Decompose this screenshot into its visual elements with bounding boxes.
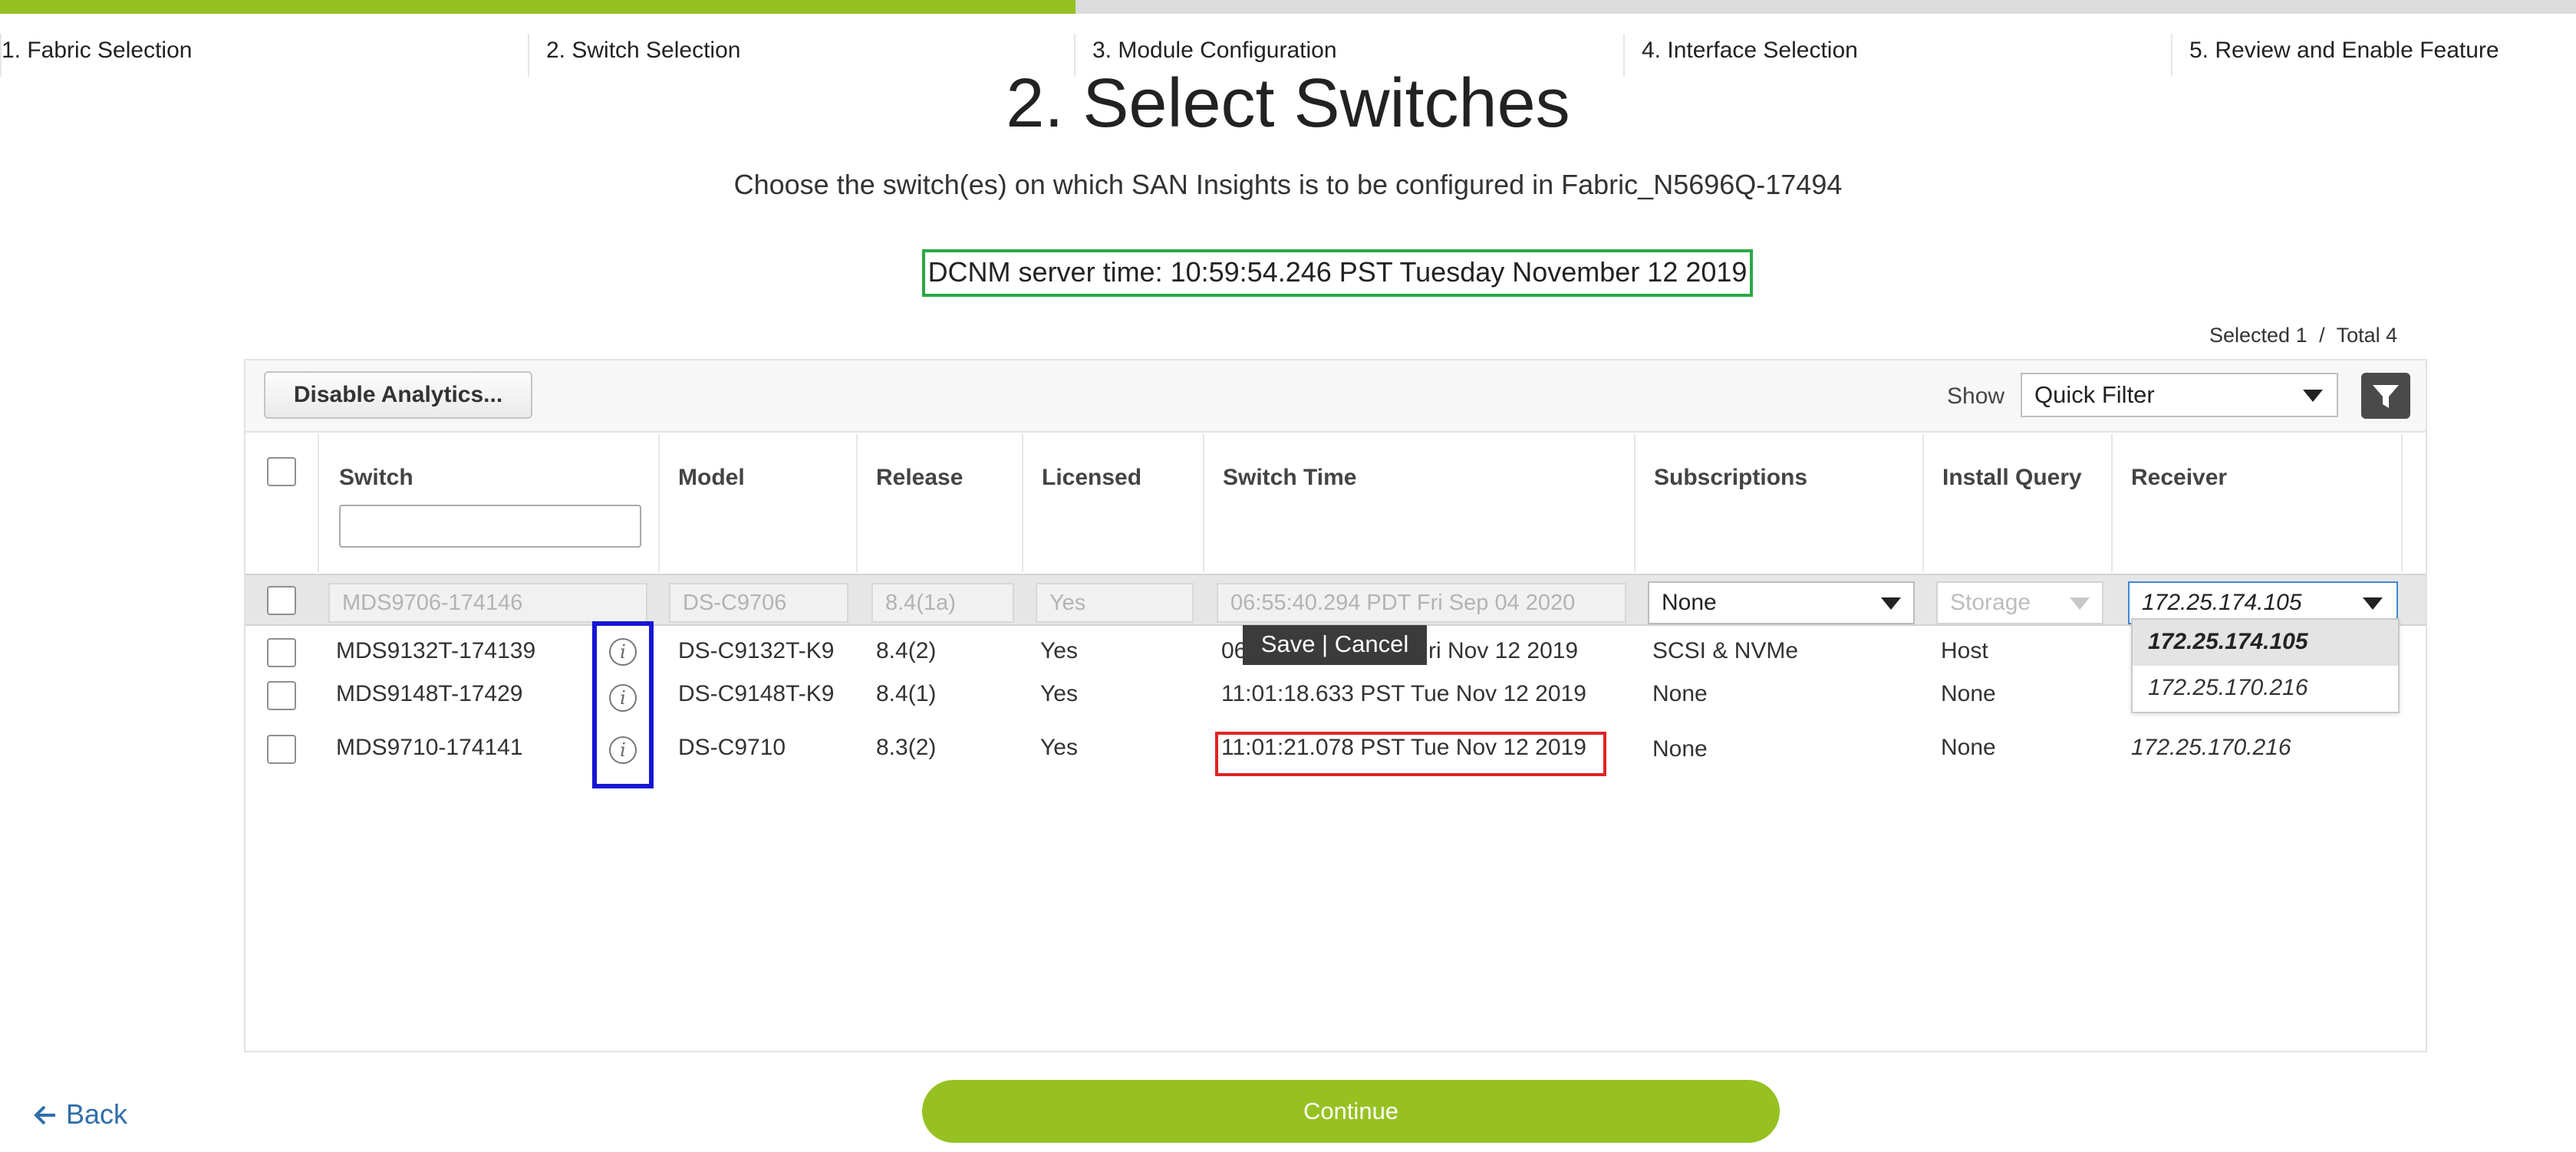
page-subtitle: Choose the switch(es) on which SAN Insig… [733, 169, 1843, 200]
quick-filter-value: Quick Filter [2034, 381, 2155, 408]
switch-table-panel: Disable Analytics... Show Quick Filter S… [244, 359, 2427, 1052]
cell-model: DS-C9148T-K9 [678, 681, 835, 706]
column-header-release[interactable]: Release [876, 465, 963, 491]
column-header-install-query[interactable]: Install Query [1942, 465, 2082, 491]
header-switch: Switch [319, 434, 660, 572]
edit-switch-time-field: 06:55:40.294 PDT Fri Sep 04 2020 [1217, 583, 1626, 623]
quick-filter-select[interactable]: Quick Filter [2021, 373, 2338, 417]
table-row[interactable]: MDS9148T-17429 i DS-C9148T-K9 8.4(1) Yes… [245, 673, 2426, 722]
cell-switch-time: 11:01:18.633 PST Tue Nov 12 2019 [1221, 681, 1586, 706]
server-time: DCNM server time: 10:59:54.246 PST Tuesd… [922, 249, 1753, 297]
edit-licensed-field: Yes [1036, 583, 1194, 623]
total-count: Total 4 [2336, 324, 2398, 347]
receiver-dropdown: 172.25.174.105 172.25.170.216 [2131, 618, 2400, 713]
cell-subscriptions: None [1652, 736, 1708, 762]
cell-switch: MDS9132T-174139 [336, 638, 536, 663]
row-checkbox[interactable] [267, 735, 296, 764]
column-header-receiver[interactable]: Receiver [2131, 465, 2227, 491]
column-header-subscriptions[interactable]: Subscriptions [1654, 465, 1807, 491]
selection-count: Selected 1 / Total 4 [2209, 324, 2397, 347]
row-checkbox[interactable] [267, 586, 296, 615]
filter-icon [2373, 385, 2399, 408]
cell-subscriptions: None [1652, 681, 1708, 706]
filter-button[interactable] [2361, 373, 2410, 419]
table-toolbar: Disable Analytics... Show Quick Filter [245, 360, 2426, 433]
wizard-progress-fill [0, 0, 1076, 14]
wizard-progress-track [0, 0, 2576, 14]
switch-time-highlight [1215, 732, 1606, 776]
chevron-down-icon [2363, 597, 2383, 610]
continue-button[interactable]: Continue [922, 1080, 1780, 1143]
back-label: Back [66, 1098, 128, 1130]
subscriptions-select[interactable]: None [1648, 581, 1915, 624]
back-link[interactable]: Back [34, 1098, 127, 1131]
cell-licensed: Yes [1040, 735, 1078, 760]
cell-release: 8.3(2) [876, 735, 937, 760]
header-release: Release [858, 434, 1023, 572]
switch-filter-input[interactable] [339, 505, 641, 548]
header-licensed: Licensed [1023, 434, 1204, 572]
disable-analytics-button[interactable]: Disable Analytics... [264, 371, 532, 419]
row-checkbox[interactable] [267, 681, 296, 710]
cell-release: 8.4(2) [876, 638, 937, 663]
cell-switch: MDS9148T-17429 [336, 681, 523, 706]
cell-licensed: Yes [1040, 681, 1078, 706]
header-switch-time: Switch Time [1204, 434, 1636, 572]
cell-install-query: None [1941, 681, 1996, 706]
chevron-down-icon [1881, 597, 1901, 610]
cell-release: 8.4(1) [876, 681, 937, 706]
column-header-switch[interactable]: Switch [339, 465, 413, 491]
cell-subscriptions: SCSI & NVMe [1652, 638, 1799, 663]
receiver-option[interactable]: 172.25.174.105 [2133, 620, 2398, 666]
header-model: Model [660, 434, 858, 572]
column-header-model[interactable]: Model [678, 465, 745, 491]
cell-install-query: Host [1941, 638, 1988, 663]
subscriptions-value: None [1662, 590, 1717, 615]
cell-licensed: Yes [1040, 638, 1078, 663]
cell-model: DS-C9132T-K9 [678, 638, 835, 663]
header-subscriptions: Subscriptions [1636, 434, 1924, 572]
receiver-value: 172.25.174.105 [2142, 590, 2302, 615]
cell-model: DS-C9710 [678, 735, 786, 760]
count-separator: / [2319, 324, 2325, 347]
chevron-down-icon [2070, 597, 2090, 610]
column-header-switch-time[interactable]: Switch Time [1223, 465, 1357, 491]
column-header-licensed[interactable]: Licensed [1042, 465, 1141, 491]
edit-row: MDS9706-174146 DS-C9706 8.4(1a) Yes 06:5… [245, 574, 2426, 626]
page-title: 2. Select Switches [1006, 65, 1570, 142]
row-checkbox[interactable] [267, 638, 296, 667]
header-install-query: Install Query [1924, 434, 2113, 572]
cell-install-query: None [1941, 735, 1996, 760]
selected-count: Selected 1 [2209, 324, 2308, 347]
show-label: Show [1947, 383, 2005, 409]
header-receiver: Receiver [2113, 434, 2403, 572]
edit-model-field: DS-C9706 [669, 583, 848, 623]
edit-switch-field: MDS9706-174146 [328, 583, 647, 623]
save-cancel-tooltip[interactable]: Save | Cancel [1243, 625, 1427, 665]
arrow-left-icon [34, 1105, 55, 1125]
receiver-option[interactable]: 172.25.170.216 [2133, 666, 2398, 712]
cell-receiver: 172.25.170.216 [2131, 735, 2291, 760]
edit-release-field: 8.4(1a) [871, 583, 1014, 623]
cell-switch: MDS9710-174141 [336, 735, 523, 760]
install-query-select: Storage [1936, 581, 2103, 624]
chevron-down-icon [2303, 390, 2323, 402]
select-all-checkbox[interactable] [267, 457, 296, 486]
cell-switch-time-end: ri Nov 12 2019 [1428, 638, 1579, 663]
info-icons-highlight [592, 621, 654, 788]
install-query-value: Storage [1950, 590, 2031, 615]
header-select-all [245, 434, 319, 572]
